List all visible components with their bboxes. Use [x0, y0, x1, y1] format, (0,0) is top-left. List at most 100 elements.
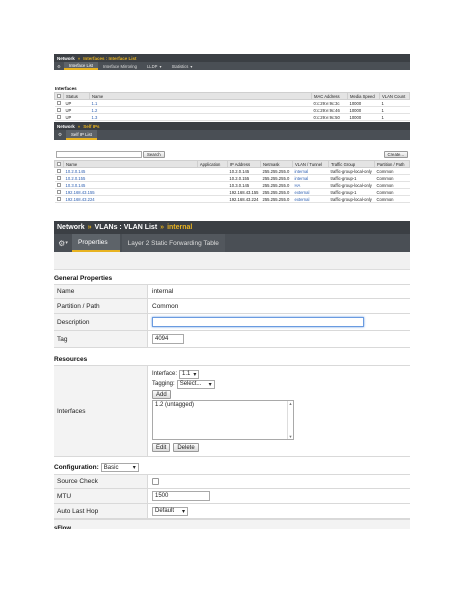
self-ip-table: Name Application IP Address Netmask VLAN…	[54, 160, 410, 203]
status-cell: UP	[63, 99, 90, 107]
traffic-group-cell: traffic-group-1	[328, 174, 375, 182]
row-checkbox[interactable]	[54, 188, 64, 196]
tagging-select[interactable]: Select... ▾	[176, 379, 215, 389]
column-header-traffic-group[interactable]: Traffic Group	[328, 160, 375, 168]
tab-bar: ⚙ Self IP List	[54, 130, 410, 140]
interfaces-label: Interfaces	[54, 366, 148, 456]
tag-field[interactable]: 4094	[152, 334, 184, 344]
list-item[interactable]: 1.2 (untagged)	[155, 402, 291, 408]
select-all-checkbox[interactable]	[54, 92, 64, 100]
tab-bar: ⚙ ▾ Properties Layer 2 Static Forwarding …	[54, 234, 410, 252]
create-button[interactable]: Create...	[383, 151, 408, 158]
tab-lldp[interactable]: LLDP ▾	[142, 62, 167, 70]
select-all-checkbox[interactable]	[54, 160, 64, 168]
vlan-link[interactable]: internal	[292, 174, 329, 182]
interface-link[interactable]: 1.2	[89, 106, 312, 114]
breadcrumb-root[interactable]: Network	[57, 224, 85, 231]
column-header-ip-address[interactable]: IP Address	[226, 160, 262, 168]
row-checkbox[interactable]	[54, 106, 64, 114]
description-field[interactable]	[152, 317, 364, 327]
column-header-application[interactable]: Application	[196, 160, 228, 168]
traffic-group-cell: traffic-group-local-only	[328, 195, 375, 203]
tab-interface-mirroring[interactable]: Interface Mirroring	[98, 62, 142, 70]
self-ip-link[interactable]: 10.2.0.155	[63, 174, 198, 182]
self-ip-link[interactable]: 10.2.0.145	[63, 167, 198, 175]
interface-link[interactable]: 1.3	[89, 113, 312, 121]
application-cell	[197, 174, 228, 182]
vlan-link[interactable]: HA	[292, 181, 329, 189]
mac-cell: 0:c:29:e:9c:46	[311, 106, 348, 114]
column-header-partition[interactable]: Partition / Path	[374, 160, 410, 168]
breadcrumb-root[interactable]: Network	[57, 124, 75, 129]
interfaces-table: Status Name MAC Address Media Speed VLAN…	[54, 92, 410, 121]
listbox-scrollbar[interactable]: ▲ ▼	[287, 401, 293, 439]
row-checkbox[interactable]	[54, 113, 64, 121]
breadcrumb-vlan-list[interactable]: VLANs : VLAN List	[95, 224, 158, 231]
row-checkbox[interactable]	[54, 181, 64, 189]
add-button[interactable]: Add	[152, 390, 171, 399]
row-checkbox[interactable]	[54, 195, 64, 203]
row-checkbox[interactable]	[54, 99, 64, 107]
source-check-checkbox[interactable]	[152, 478, 159, 485]
delete-button[interactable]: Delete	[173, 443, 199, 452]
breadcrumb-root[interactable]: Network	[57, 56, 75, 61]
self-ip-link[interactable]: 192.168.43.224	[63, 195, 198, 203]
configuration-label: Configuration:	[54, 464, 99, 471]
chevron-down-icon: ▾	[193, 371, 197, 378]
table-row: UP 1.2 0:c:29:e:9c:46 10000 1	[54, 106, 410, 114]
traffic-group-cell: traffic-group-1	[328, 188, 375, 196]
interface-listbox[interactable]: 1.2 (untagged) ▲ ▼	[152, 400, 294, 440]
column-header-vlan-tunnel[interactable]: VLAN / Tunnel	[292, 160, 329, 168]
column-header-name[interactable]: Name	[89, 92, 312, 100]
vlan-link[interactable]: external	[292, 188, 329, 196]
ip-cell: 192.168.43.155	[227, 188, 261, 196]
tab-self-ip-list[interactable]: Self IP List	[66, 130, 97, 140]
row-checkbox[interactable]	[54, 167, 64, 175]
name-value: internal	[148, 285, 410, 298]
column-header-speed[interactable]: Media Speed	[347, 92, 380, 100]
vlan-link[interactable]: internal	[292, 167, 329, 175]
partition-cell: Common	[374, 188, 410, 196]
configuration-select[interactable]: Basic ▾	[100, 463, 139, 472]
vlan-count-cell: 1	[379, 106, 410, 114]
table-row: UP 1.3 0:c:29:e:9c:50 10000 1	[54, 113, 410, 121]
tab-statistics[interactable]: Statistics ▾	[167, 62, 198, 70]
interface-label: Interface:	[152, 371, 178, 377]
section-title: Interfaces	[55, 86, 77, 91]
column-header-vlan-count[interactable]: VLAN Count	[379, 92, 410, 100]
search-button[interactable]: Search	[143, 151, 165, 158]
application-cell	[197, 188, 228, 196]
row-checkbox[interactable]	[54, 174, 64, 182]
column-header-name[interactable]: Name	[63, 160, 198, 168]
table-row: 192.168.43.155 192.168.43.155 255.255.25…	[54, 188, 410, 196]
breadcrumb-current: Self IPs	[83, 123, 100, 129]
interface-select[interactable]: 1.1 ▾	[179, 369, 200, 379]
tab-properties[interactable]: Properties	[72, 234, 120, 252]
column-header-mac[interactable]: MAC Address	[311, 92, 348, 100]
self-ip-link[interactable]: 10.3.0.145	[63, 181, 198, 189]
source-check-label: Source Check	[54, 475, 148, 488]
vlan-panel: Network » VLANs : VLAN List » internal ⚙…	[54, 221, 410, 529]
gear-icon[interactable]: ⚙	[54, 130, 66, 140]
interface-link[interactable]: 1.1	[89, 99, 312, 107]
gear-icon[interactable]: ⚙ ▾	[54, 234, 72, 252]
partition-label: Partition / Path	[54, 299, 148, 313]
tab-layer2-forwarding[interactable]: Layer 2 Static Forwarding Table	[121, 234, 225, 252]
description-label: Description	[54, 314, 148, 330]
tab-interface-list[interactable]: Interface List	[64, 62, 98, 70]
vlan-link[interactable]: external	[292, 195, 329, 203]
chevron-down-icon: ▾	[190, 63, 193, 69]
vlan-count-cell: 1	[379, 113, 410, 121]
column-header-status[interactable]: Status	[63, 92, 90, 100]
mtu-field[interactable]: 1500	[152, 491, 210, 501]
search-input[interactable]	[56, 151, 142, 158]
edit-button[interactable]: Edit	[152, 443, 171, 452]
self-ip-link[interactable]: 192.168.43.155	[63, 188, 198, 196]
netmask-cell: 255.255.255.0	[260, 167, 293, 175]
vlan-count-cell: 1	[379, 99, 410, 107]
traffic-group-cell: traffic-group-local-only	[328, 167, 375, 175]
column-header-netmask[interactable]: Netmask	[260, 160, 293, 168]
gear-icon[interactable]: ⚙	[54, 62, 64, 70]
auto-last-hop-select[interactable]: Default ▾	[152, 506, 188, 516]
ip-cell: 10.2.0.145	[227, 167, 261, 175]
